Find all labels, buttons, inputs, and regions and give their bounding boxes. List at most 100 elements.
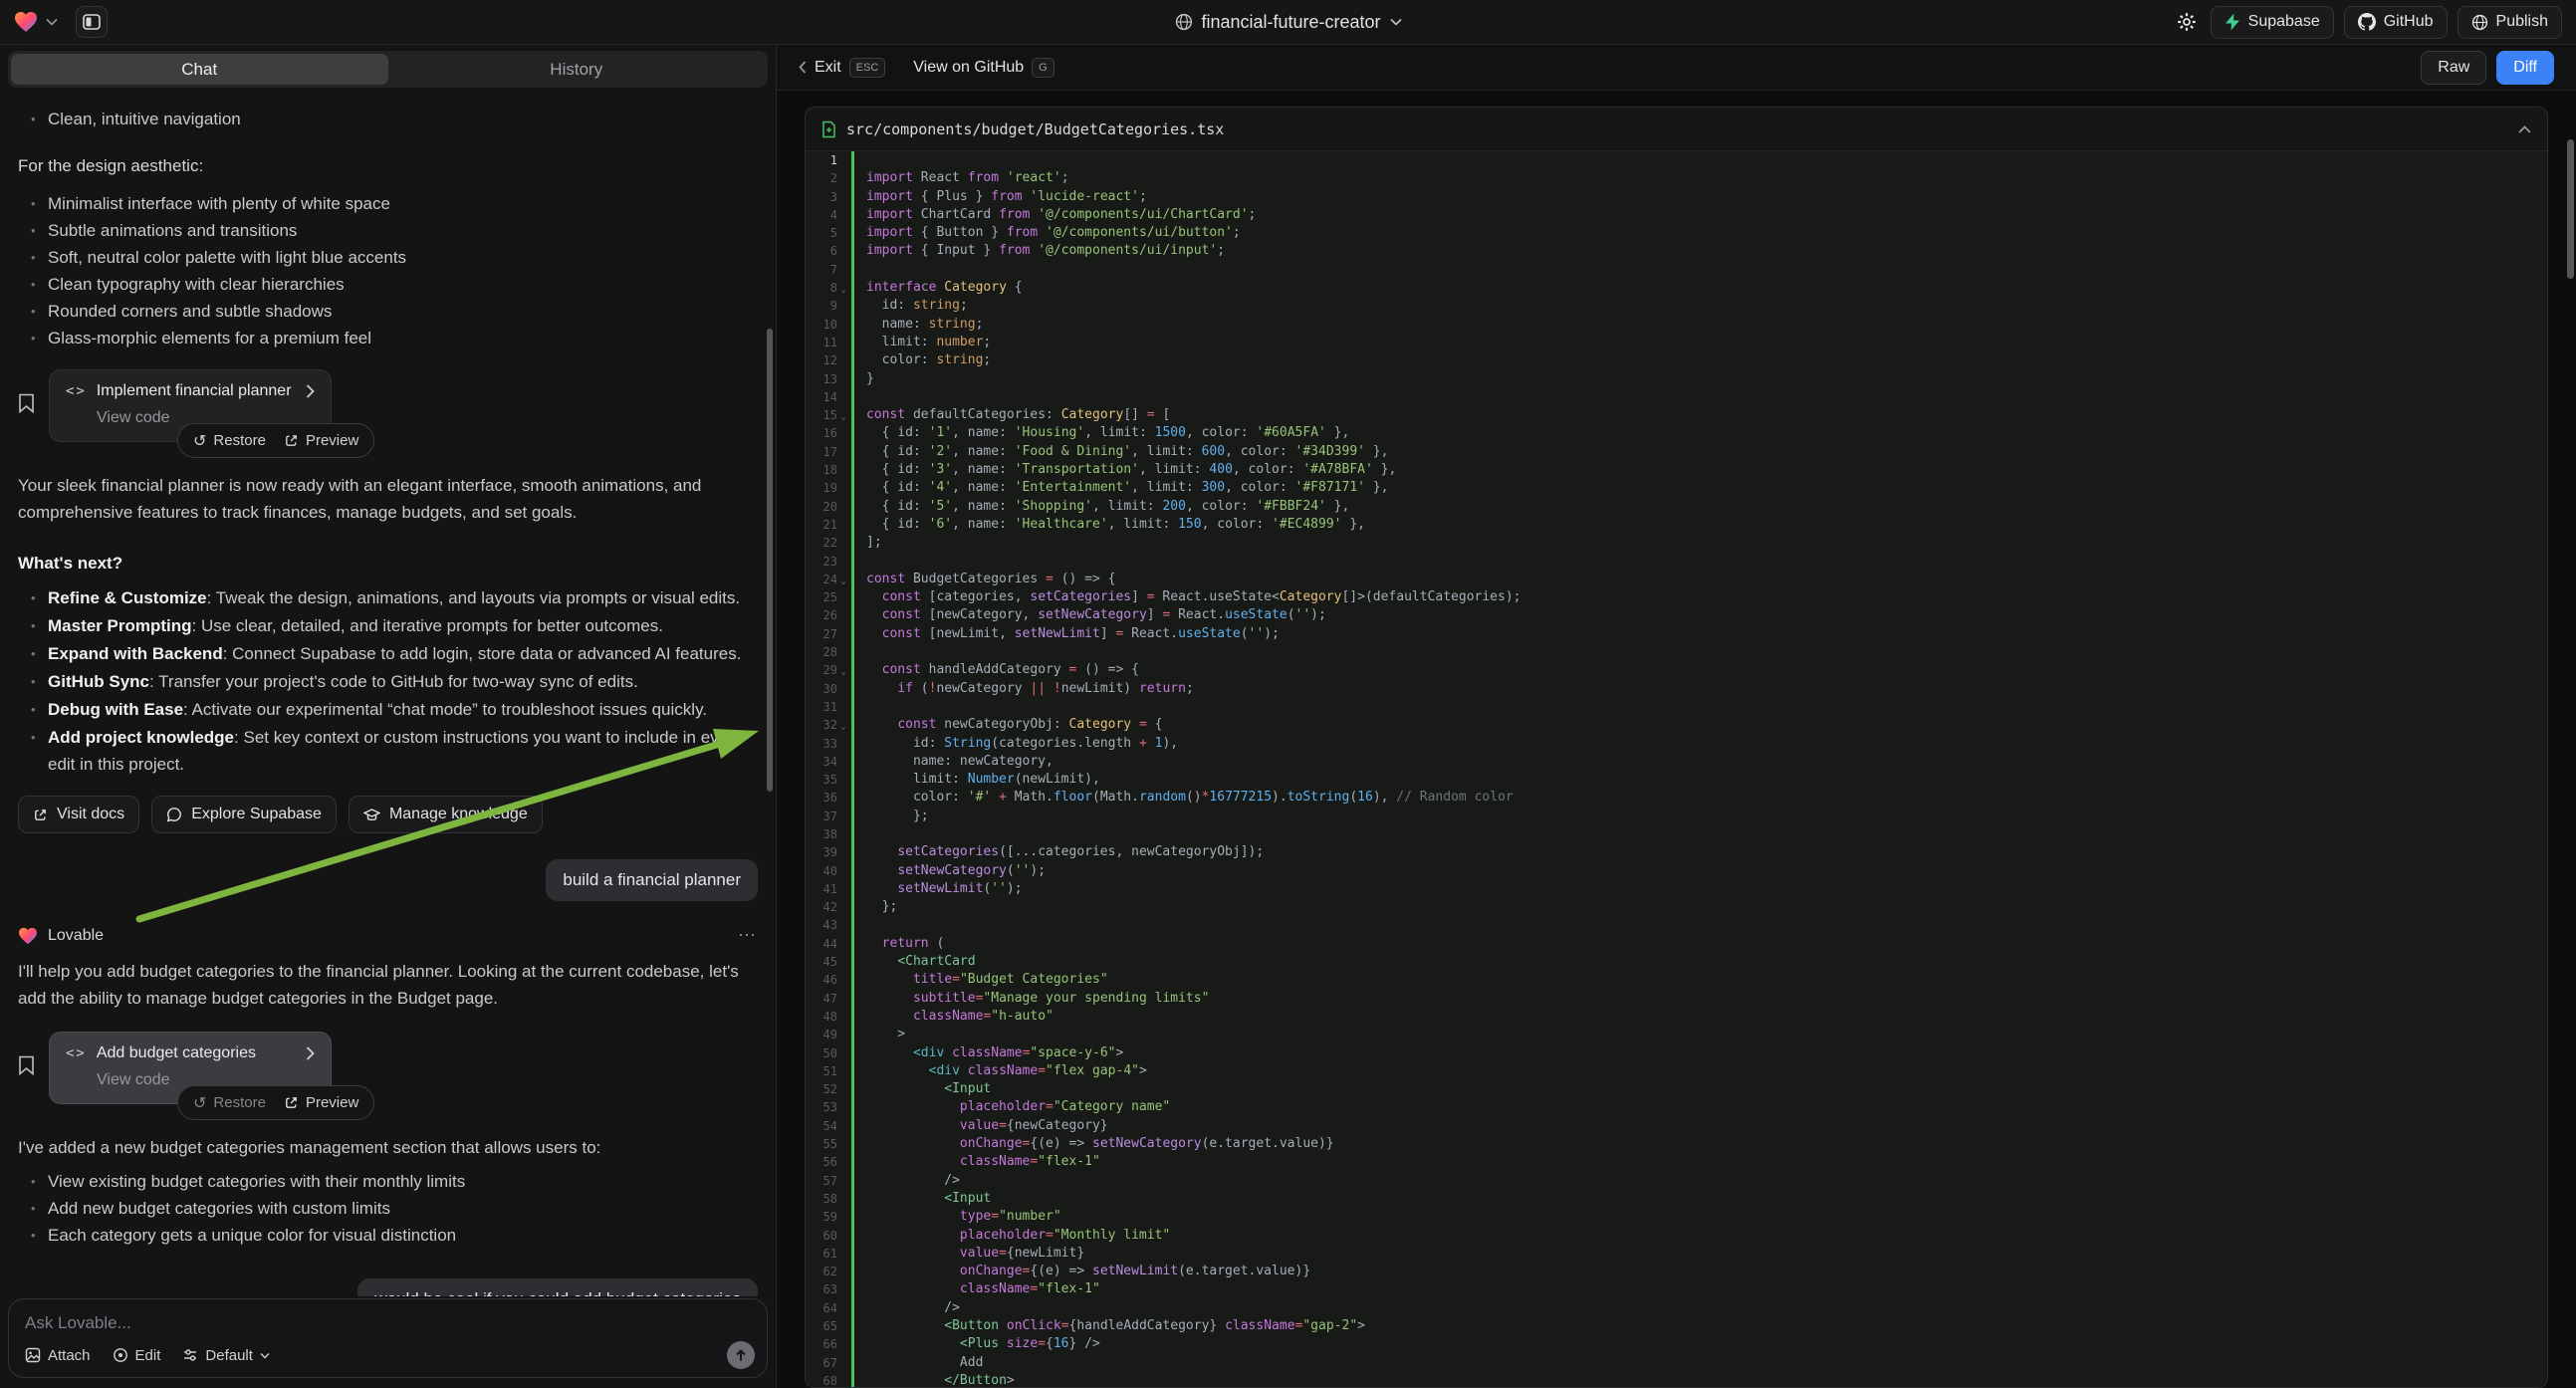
scrollbar-thumb[interactable] [2567, 139, 2574, 279]
esc-shortcut-badge: ESC [849, 58, 886, 78]
line-number: 49 [806, 1026, 851, 1043]
version-card-add-budget-categories[interactable]: <> Add budget categories View code ↺ Res… [49, 1032, 332, 1104]
list-item: Refine & Customize: Tweak the design, an… [48, 584, 758, 611]
line-number: 46 [806, 971, 851, 989]
code-line-content: const [newCategory, setNewCategory] = Re… [851, 606, 2547, 624]
chevron-up-icon[interactable] [2518, 125, 2531, 133]
chevron-down-icon[interactable] [1390, 18, 1402, 26]
manage-knowledge-button[interactable]: Manage knowledge [349, 796, 543, 833]
code-line: 50 <div className="space-y-6"> [806, 1044, 2547, 1062]
project-name[interactable]: financial-future-creator [1201, 12, 1380, 33]
graduation-cap-icon [363, 808, 380, 822]
target-icon [113, 1347, 128, 1363]
line-number: 40 [806, 862, 851, 880]
lovable-heart-logo[interactable] [14, 11, 38, 33]
publish-button[interactable]: Publish [2458, 6, 2562, 39]
restore-button[interactable]: ↺ Restore [193, 1093, 266, 1113]
chat-panel: Chat History Clean, intuitive navigation… [0, 45, 776, 1388]
code-line-content: > [851, 1026, 2547, 1043]
line-number: 68 [806, 1372, 851, 1387]
line-number: 5 [806, 224, 851, 242]
send-button[interactable] [727, 1341, 755, 1369]
sidebar-toggle-button[interactable] [76, 6, 108, 38]
external-link-icon [284, 1095, 299, 1110]
code-line: 46 title="Budget Categories" [806, 971, 2547, 989]
line-number: 33 [806, 735, 851, 753]
line-number: 7 [806, 261, 851, 279]
visit-docs-button[interactable]: Visit docs [18, 796, 139, 833]
code-line-content: import ChartCard from '@/components/ui/C… [851, 206, 2547, 224]
next-steps-list: Refine & Customize: Tweak the design, an… [18, 584, 758, 778]
gear-icon [2177, 12, 2197, 32]
line-number: 30 [806, 680, 851, 698]
chevron-right-icon[interactable] [306, 384, 315, 398]
code-line: 22]; [806, 534, 2547, 552]
line-number: 59 [806, 1208, 851, 1226]
list-item: Add new budget categories with custom li… [48, 1196, 758, 1222]
code-line-content [851, 643, 2547, 661]
chat-scrollbar[interactable] [767, 329, 773, 792]
explore-supabase-button[interactable]: Explore Supabase [151, 796, 337, 833]
restore-button[interactable]: ↺ Restore [193, 431, 266, 451]
preview-button[interactable]: Preview [284, 1094, 358, 1111]
code-editor[interactable]: 12import React from 'react';3import { Pl… [806, 151, 2547, 1387]
line-number: 45 [806, 953, 851, 971]
chat-history-tabs: Chat History [8, 51, 768, 88]
code-line: 1 [806, 151, 2547, 169]
code-line-content: { id: '4', name: 'Entertainment', limit:… [851, 479, 2547, 497]
tab-chat[interactable]: Chat [11, 54, 388, 85]
github-button[interactable]: GitHub [2344, 6, 2448, 39]
list-item: Soft, neutral color palette with light b… [48, 245, 758, 271]
bookmark-icon[interactable] [18, 1055, 35, 1104]
line-number: 11 [806, 334, 851, 351]
raw-toggle-button[interactable]: Raw [2421, 51, 2486, 85]
code-line: 54 value={newCategory} [806, 1117, 2547, 1135]
code-line: 66 <Plus size={16} /> [806, 1335, 2547, 1353]
line-number: 25 [806, 588, 851, 606]
attach-button[interactable]: Attach [25, 1347, 91, 1364]
code-line-content [851, 388, 2547, 406]
code-panel: Exit ESC View on GitHub G Raw Diff src/c… [776, 45, 2576, 1388]
line-number: 43 [806, 916, 851, 934]
line-number: 50 [806, 1044, 851, 1062]
code-line-content: /> [851, 1172, 2547, 1190]
code-line: 16 { id: '1', name: 'Housing', limit: 15… [806, 424, 2547, 442]
chevron-down-icon[interactable] [46, 18, 58, 26]
code-line: 55 onChange={(e) => setNewCategory(e.tar… [806, 1135, 2547, 1153]
chat-input[interactable]: Ask Lovable... [25, 1313, 751, 1333]
page-scrollbar[interactable] [2567, 95, 2574, 1384]
code-line-content: { id: '3', name: 'Transportation', limit… [851, 461, 2547, 479]
file-header[interactable]: src/components/budget/BudgetCategories.t… [806, 108, 2547, 151]
assistant-header: Lovable ⋯ [18, 925, 758, 946]
code-line: 40 setNewCategory(''); [806, 862, 2547, 880]
settings-button[interactable] [2173, 6, 2201, 39]
code-line-content: <ChartCard [851, 953, 2547, 971]
diff-toggle-button[interactable]: Diff [2496, 51, 2554, 85]
user-message-bubble: build a financial planner [546, 859, 758, 901]
tab-history[interactable]: History [388, 54, 766, 85]
exit-button[interactable]: Exit ESC [799, 58, 885, 78]
code-line: 64 /> [806, 1299, 2547, 1317]
code-line-content: color: string; [851, 351, 2547, 369]
line-number: 42 [806, 898, 851, 916]
view-on-github-button[interactable]: View on GitHub G [913, 58, 1054, 78]
version-card-implement-financial-planner[interactable]: <> Implement financial planner View code… [49, 369, 332, 442]
code-line: 53 placeholder="Category name" [806, 1098, 2547, 1116]
supabase-button[interactable]: Supabase [2211, 6, 2334, 39]
code-line: 45 <ChartCard [806, 953, 2547, 971]
code-line: 20 { id: '5', name: 'Shopping', limit: 2… [806, 498, 2547, 516]
code-line-content: setCategories([...categories, newCategor… [851, 843, 2547, 861]
more-menu-icon[interactable]: ⋯ [738, 925, 758, 946]
code-line-content: name: string; [851, 316, 2547, 334]
line-number: 64 [806, 1299, 851, 1317]
line-number: 36 [806, 789, 851, 807]
code-line-content: const handleAddCategory = () => { [851, 661, 2547, 679]
preview-button[interactable]: Preview [284, 432, 358, 449]
list-item: Subtle animations and transitions [48, 218, 758, 244]
composer[interactable]: Ask Lovable... Attach Edit [8, 1298, 768, 1378]
edit-mode-button[interactable]: Edit [113, 1347, 161, 1364]
bookmark-icon[interactable] [18, 393, 35, 442]
model-selector[interactable]: Default [182, 1347, 270, 1364]
chevron-right-icon[interactable] [306, 1046, 315, 1060]
code-icon: <> [66, 383, 87, 399]
